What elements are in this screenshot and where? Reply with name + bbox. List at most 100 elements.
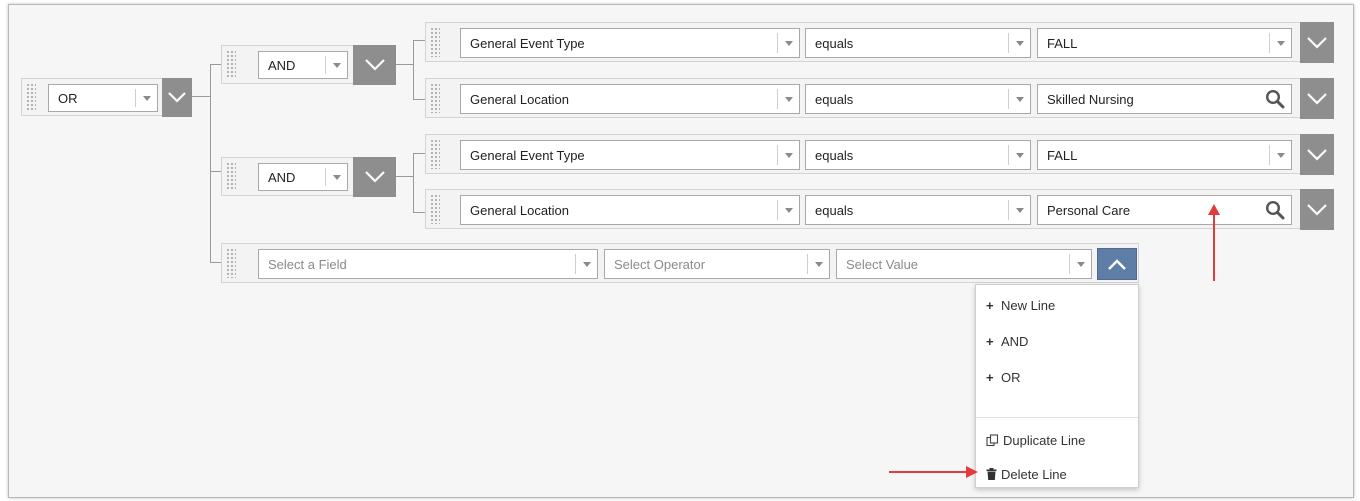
new-field-select[interactable]: Select a Field	[258, 249, 598, 279]
value-value: Personal Care	[1047, 202, 1131, 218]
dropdown-arrow-icon	[777, 33, 799, 53]
condition-row: General Event Type equals FALL	[425, 22, 1334, 63]
connector-line	[393, 176, 413, 177]
condition-menu-button[interactable]	[1300, 189, 1334, 230]
menu-item-label: Delete Line	[1001, 466, 1067, 482]
field-select[interactable]: General Location	[460, 84, 800, 114]
dropdown-arrow-icon	[1269, 33, 1291, 53]
root-operator-select[interactable]: OR	[48, 84, 158, 112]
condition-menu-button[interactable]	[1300, 134, 1334, 175]
duplicate-icon	[986, 433, 999, 446]
operator-placeholder: Select Operator	[614, 256, 706, 272]
condition-menu-button[interactable]	[1300, 22, 1334, 63]
drag-handle[interactable]	[430, 194, 440, 224]
operator-select[interactable]: equals	[805, 28, 1031, 58]
value-value: FALL	[1047, 147, 1078, 163]
connector-line	[413, 153, 414, 212]
value-select[interactable]: FALL	[1037, 140, 1292, 170]
dropdown-arrow-icon	[777, 145, 799, 165]
drag-handle[interactable]	[430, 139, 440, 169]
new-condition-row: Select a Field Select Operator Select Va…	[221, 243, 1139, 283]
group-2-operator-value: AND	[268, 169, 296, 185]
condition-row: General Location equals Skilled Nursing	[425, 78, 1334, 119]
connector-line	[413, 99, 425, 100]
menu-item-add-and[interactable]: + AND	[986, 331, 1028, 351]
dropdown-arrow-icon	[807, 254, 829, 274]
dropdown-arrow-icon	[1008, 145, 1030, 165]
chevron-down-icon	[168, 92, 186, 103]
group-2-frame: AND	[221, 157, 396, 197]
condition-row: General Location equals Personal Care	[425, 189, 1334, 230]
value-placeholder: Select Value	[846, 256, 919, 272]
operator-select[interactable]: equals	[805, 84, 1031, 114]
menu-item-new-line[interactable]: + New Line	[986, 295, 1055, 315]
field-value: General Event Type	[470, 147, 585, 163]
plus-icon: +	[986, 333, 994, 349]
plus-icon: +	[986, 369, 994, 385]
chevron-down-icon	[1307, 92, 1327, 105]
connector-line	[189, 96, 210, 97]
operator-value: equals	[815, 91, 854, 107]
dropdown-arrow-icon	[575, 254, 597, 274]
dropdown-arrow-icon	[1008, 33, 1030, 53]
field-value: General Event Type	[470, 35, 585, 51]
dropdown-arrow-icon	[777, 89, 799, 109]
chevron-up-icon	[1108, 258, 1126, 270]
line-context-menu: + New Line + AND + OR Duplicate Line Del…	[975, 284, 1139, 488]
dropdown-arrow-icon	[325, 56, 347, 74]
drag-handle[interactable]	[226, 248, 236, 278]
new-value-select[interactable]: Select Value	[836, 249, 1092, 279]
drag-handle[interactable]	[26, 83, 36, 111]
value-search-input[interactable]: Skilled Nursing	[1037, 84, 1292, 114]
group-2-operator-select[interactable]: AND	[258, 163, 348, 191]
field-select[interactable]: General Location	[460, 195, 800, 225]
operator-select[interactable]: equals	[805, 140, 1031, 170]
annotation-arrow-right-icon	[966, 466, 978, 478]
field-select[interactable]: General Event Type	[460, 140, 800, 170]
field-value: General Location	[470, 91, 570, 107]
annotation-arrow-shaft	[1213, 212, 1215, 281]
drag-handle[interactable]	[226, 50, 236, 79]
operator-value: equals	[815, 35, 854, 51]
dropdown-arrow-icon	[1008, 200, 1030, 220]
query-builder-canvas: OR AND General Event Type equals FALL Ge…	[8, 4, 1354, 498]
field-select[interactable]: General Event Type	[460, 28, 800, 58]
new-operator-select[interactable]: Select Operator	[604, 249, 830, 279]
value-select[interactable]: FALL	[1037, 28, 1292, 58]
menu-divider	[976, 417, 1138, 418]
value-search-input[interactable]: Personal Care	[1037, 195, 1292, 225]
condition-menu-button[interactable]	[1300, 78, 1334, 119]
new-line-menu-button-open[interactable]	[1097, 248, 1137, 280]
connector-line	[393, 64, 413, 65]
condition-row: General Event Type equals FALL	[425, 134, 1334, 175]
chevron-down-icon	[364, 59, 385, 71]
menu-item-duplicate-line[interactable]: Duplicate Line	[986, 430, 1085, 450]
search-icon[interactable]	[1265, 200, 1285, 220]
chevron-down-icon	[364, 171, 385, 183]
value-value: FALL	[1047, 35, 1078, 51]
search-icon[interactable]	[1265, 89, 1285, 109]
field-value: General Location	[470, 202, 570, 218]
operator-value: equals	[815, 202, 854, 218]
dropdown-arrow-icon	[325, 168, 347, 186]
drag-handle[interactable]	[430, 27, 440, 57]
chevron-down-icon	[1307, 203, 1327, 216]
plus-icon: +	[986, 297, 994, 313]
drag-handle[interactable]	[430, 83, 440, 113]
root-group-frame: OR	[21, 78, 192, 117]
operator-value: equals	[815, 147, 854, 163]
annotation-arrow-shaft	[889, 471, 969, 473]
menu-item-label: OR	[1001, 369, 1021, 385]
root-group-menu-button[interactable]	[162, 78, 192, 117]
connector-line	[413, 153, 425, 154]
group-1-menu-button[interactable]	[353, 45, 396, 85]
menu-item-label: Duplicate Line	[1003, 432, 1086, 448]
dropdown-arrow-icon	[777, 200, 799, 220]
group-2-menu-button[interactable]	[353, 157, 396, 197]
group-1-operator-select[interactable]: AND	[258, 51, 348, 79]
menu-item-add-or[interactable]: + OR	[986, 367, 1021, 387]
drag-handle[interactable]	[226, 162, 236, 191]
operator-select[interactable]: equals	[805, 195, 1031, 225]
menu-item-delete-line[interactable]: Delete Line	[986, 464, 1067, 484]
menu-item-label: New Line	[1001, 297, 1056, 313]
